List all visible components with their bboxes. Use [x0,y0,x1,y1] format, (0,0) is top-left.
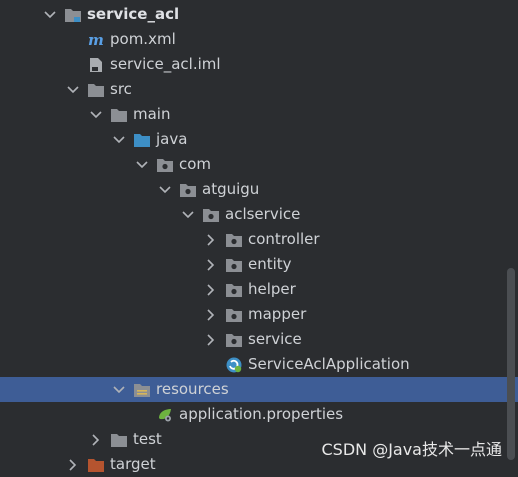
chevron-down-icon[interactable] [134,152,150,177]
tree-row[interactable]: application.properties [0,402,518,427]
folder-icon [110,106,128,124]
chevron-down-icon[interactable] [42,2,58,27]
project-tree[interactable]: service_aclm pom.xml service_acl.imlsrc mai… [0,0,518,473]
svg-text:m: m [88,32,104,48]
tree-item-label: service_acl.iml [110,55,221,73]
tree-row[interactable]: m pom.xml [0,27,518,52]
spring-boot-app-icon [225,356,243,374]
tree-row[interactable]: aclservice [0,202,518,227]
chevron-down-icon[interactable] [111,127,127,152]
folder-icon [87,81,105,99]
tree-row[interactable]: service_acl.iml [0,52,518,77]
tree-row[interactable]: com [0,152,518,177]
chevron-down-icon[interactable] [180,202,196,227]
tree-item-label: target [110,455,156,473]
tree-row[interactable]: java [0,127,518,152]
resources-folder-icon [133,381,151,399]
tree-item-label: service_acl [87,5,180,23]
maven-icon: m [87,31,105,49]
chevron-right-icon[interactable] [203,227,219,252]
package-icon [202,206,220,224]
tree-row[interactable]: resources [0,377,518,402]
tree-item-label: com [179,155,212,173]
tree-item-label: test [133,430,162,448]
tree-row[interactable]: main [0,102,518,127]
tree-item-label: resources [156,380,229,398]
spring-properties-icon [156,406,174,424]
vertical-scrollbar[interactable] [507,268,515,460]
chevron-down-icon[interactable] [65,77,81,102]
tree-item-label: controller [248,230,320,248]
iml-file-icon [87,56,105,74]
tree-row[interactable]: mapper [0,302,518,327]
package-icon [225,331,243,349]
tree-row[interactable]: src [0,77,518,102]
package-icon [179,181,197,199]
tree-item-label: main [133,105,171,123]
package-icon [225,306,243,324]
tree-row[interactable]: atguigu [0,177,518,202]
module-folder-icon [64,6,82,24]
tree-item-label: java [156,130,188,148]
folder-icon [110,431,128,449]
chevron-right-icon[interactable] [203,277,219,302]
chevron-down-icon[interactable] [157,177,173,202]
tree-row[interactable]: entity [0,252,518,277]
chevron-right-icon[interactable] [203,327,219,352]
tree-item-label: entity [248,255,292,273]
tree-item-label: service [248,330,302,348]
package-icon [225,231,243,249]
tree-item-label: aclservice [225,205,301,223]
chevron-down-icon[interactable] [88,102,104,127]
tree-row[interactable]: helper [0,277,518,302]
tree-row[interactable]: controller [0,227,518,252]
tree-item-label: helper [248,280,296,298]
tree-row[interactable]: service_acl [0,2,518,27]
tree-row[interactable]: ServiceAclApplication [0,352,518,377]
chevron-down-icon[interactable] [111,377,127,402]
tree-item-label: src [110,80,132,98]
tree-item-label: ServiceAclApplication [248,355,410,373]
excluded-folder-icon [87,456,105,474]
tree-row[interactable]: service [0,327,518,352]
tree-item-label: mapper [248,305,307,323]
package-icon [156,156,174,174]
tree-item-label: application.properties [179,405,344,423]
tree-item-label: atguigu [202,180,260,198]
chevron-right-icon[interactable] [203,302,219,327]
watermark: CSDN @Java技术一点通 [321,440,502,459]
chevron-right-icon[interactable] [88,427,104,452]
source-folder-icon [133,131,151,149]
package-icon [225,281,243,299]
tree-item-label: pom.xml [110,30,176,48]
package-icon [225,256,243,274]
chevron-right-icon[interactable] [203,252,219,277]
chevron-right-icon[interactable] [65,452,81,477]
